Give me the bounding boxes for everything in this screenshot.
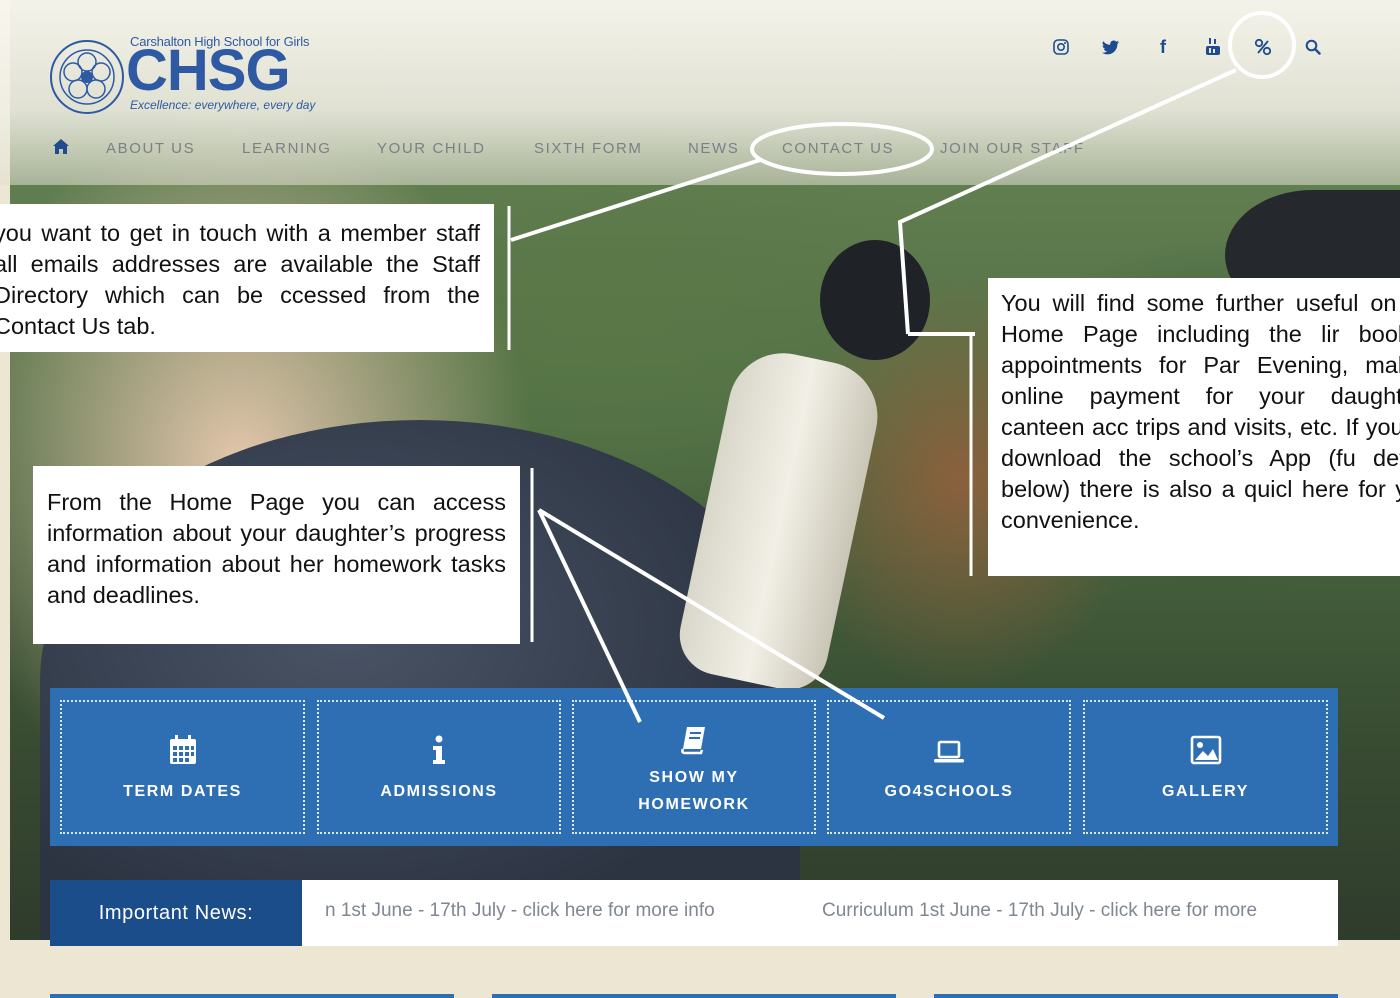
instagram-icon[interactable] <box>1048 34 1074 60</box>
tile-gallery[interactable]: GALLERY <box>1083 700 1328 834</box>
callout-home-text: From the Home Page you can access inform… <box>47 489 506 608</box>
callout-contact-us: you want to get in touch with a member s… <box>0 204 494 352</box>
callout-useful-links: You will find some further useful on the… <box>988 278 1400 576</box>
tile-homework-line-2: HOMEWORK <box>638 796 750 813</box>
tile-term-dates-label: TERM DATES <box>123 783 242 800</box>
nav-about-us[interactable]: ABOUT US <box>106 140 195 162</box>
nav-your-child[interactable]: YOUR CHILD <box>377 140 486 162</box>
callout-contact-text: you want to get in touch with a member s… <box>0 220 480 339</box>
bottom-panel-3 <box>934 994 1338 998</box>
nav-join-our-staff[interactable]: JOIN OUR STAFF <box>940 140 1085 162</box>
news-item-2[interactable]: Curriculum 1st June - 17th July - click … <box>822 900 1257 922</box>
tile-show-my-homework[interactable]: SHOW MY HOMEWORK <box>572 700 816 834</box>
nav-learning[interactable]: LEARNING <box>242 140 332 162</box>
news-item-1[interactable]: n 1st June - 17th July - click here for … <box>325 900 715 922</box>
bottom-panel-1 <box>50 994 454 998</box>
home-icon[interactable] <box>52 138 70 156</box>
info-icon <box>433 735 445 764</box>
tile-admissions[interactable]: ADMISSIONS <box>317 700 561 834</box>
tile-show-my-homework-label: SHOW MY HOMEWORK <box>574 764 814 818</box>
tile-admissions-label: ADMISSIONS <box>380 783 498 800</box>
callout-home-page: From the Home Page you can access inform… <box>33 466 520 644</box>
tile-term-dates[interactable]: TERM DATES <box>60 700 305 834</box>
school-logo[interactable]: Carshalton High School for Girls CHSG Ex… <box>48 34 358 114</box>
tile-homework-line-1: SHOW MY <box>649 769 739 786</box>
image-icon <box>1190 735 1221 765</box>
callout-links-text: You will find some further useful on the… <box>1001 290 1400 533</box>
page: Carshalton High School for Girls CHSG Ex… <box>0 0 1400 998</box>
hero-image-microphone <box>820 240 930 360</box>
facebook-icon[interactable]: f <box>1150 34 1176 60</box>
nav-news[interactable]: NEWS <box>688 140 739 162</box>
youtube-icon[interactable] <box>1200 34 1226 60</box>
nav-sixth-form[interactable]: SIXTH FORM <box>534 140 643 162</box>
news-label: Important News: <box>50 880 302 946</box>
logo-acronym: CHSG <box>126 38 291 103</box>
tile-gallery-label: GALLERY <box>1161 783 1250 800</box>
search-icon[interactable] <box>1300 34 1326 60</box>
bottom-panel-2 <box>492 994 896 998</box>
facebook-glyph: f <box>1160 36 1166 57</box>
logo-tagline: Excellence: everywhere, every day <box>130 98 316 112</box>
laptop-icon <box>934 740 964 763</box>
twitter-icon[interactable] <box>1098 34 1124 60</box>
book-icon <box>681 727 705 755</box>
quicklinks-icon[interactable] <box>1250 34 1276 60</box>
tile-go4schools-label: GO4SCHOOLS <box>884 783 1014 800</box>
nav-contact-us[interactable]: CONTACT US <box>782 140 894 162</box>
calendar-icon <box>169 735 196 764</box>
crest-icon <box>50 40 124 114</box>
tile-go4schools[interactable]: GO4SCHOOLS <box>827 700 1071 834</box>
